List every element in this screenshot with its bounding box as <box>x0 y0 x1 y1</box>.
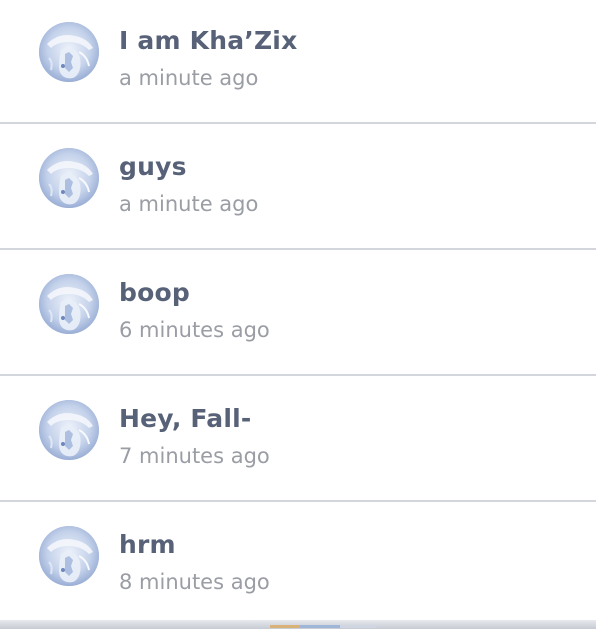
bottom-bar-edge <box>0 620 596 629</box>
decorative-strip <box>270 625 300 628</box>
dragon-avatar-icon <box>39 22 99 82</box>
dragon-avatar-icon <box>39 274 99 334</box>
chat-list: I am Kha’Zix a minute ago guys a minute … <box>0 0 596 620</box>
chat-timestamp: a minute ago <box>119 192 259 216</box>
chat-title: Hey, Fall- <box>119 404 252 433</box>
chat-timestamp: 8 minutes ago <box>119 570 270 594</box>
chat-timestamp: 7 minutes ago <box>119 444 270 468</box>
chat-list-item[interactable]: Hey, Fall- 7 minutes ago <box>0 376 596 501</box>
chat-title: hrm <box>119 530 176 559</box>
dragon-avatar-icon <box>39 400 99 460</box>
chat-timestamp: 6 minutes ago <box>119 318 270 342</box>
dragon-avatar-icon <box>39 526 99 586</box>
chat-list-item[interactable]: hrm 8 minutes ago <box>0 502 596 620</box>
dragon-avatar-icon <box>39 148 99 208</box>
decorative-strip <box>340 625 376 628</box>
decorative-strip <box>300 625 340 628</box>
chat-title: boop <box>119 278 190 307</box>
chat-list-item[interactable]: I am Kha’Zix a minute ago <box>0 0 596 125</box>
chat-list-item[interactable]: boop 6 minutes ago <box>0 250 596 375</box>
chat-list-item[interactable]: guys a minute ago <box>0 124 596 249</box>
chat-title: I am Kha’Zix <box>119 26 298 55</box>
chat-title: guys <box>119 152 187 181</box>
chat-timestamp: a minute ago <box>119 66 259 90</box>
